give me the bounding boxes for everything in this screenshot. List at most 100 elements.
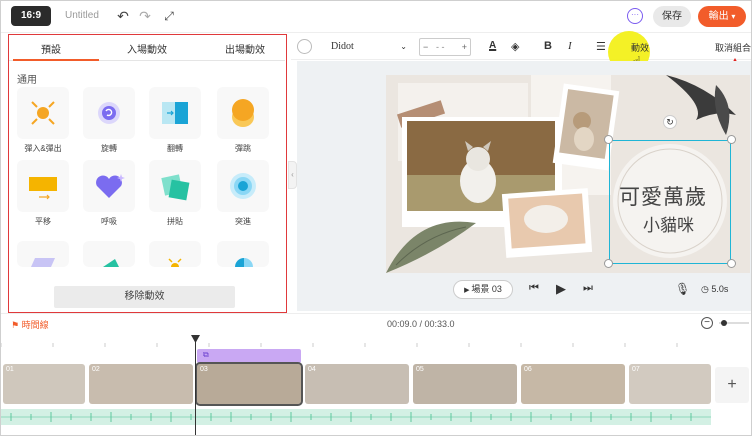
parallelogram-icon — [31, 258, 55, 267]
section-label: 通用 — [17, 75, 37, 86]
bounce-icon — [232, 99, 254, 127]
anim-label-bounce: 彈跳 — [235, 144, 251, 153]
zoom-out-icon[interactable]: − — [701, 317, 713, 329]
fullscreen-icon[interactable]: ⤢ — [161, 8, 177, 24]
scene-number: 03 — [200, 366, 208, 373]
zoom-slider-thumb[interactable] — [721, 320, 727, 326]
resize-handle-bl[interactable] — [604, 259, 613, 268]
chat-icon[interactable]: ··· — [627, 8, 643, 24]
resize-handle-br[interactable] — [727, 259, 736, 268]
overlay-track-clip[interactable]: ⧉ — [197, 349, 301, 363]
previous-scene-icon[interactable]: ⏮ — [529, 282, 539, 295]
microphone-icon[interactable]: 🎙 — [675, 282, 690, 296]
ungroup-button[interactable]: 取消組合 — [715, 41, 751, 54]
rotate-handle-icon[interactable]: ↻ — [663, 115, 677, 129]
font-size-stepper[interactable]: − - - + — [419, 38, 471, 56]
duration-display[interactable]: ◷ 5.0s — [701, 284, 728, 295]
audio-waveform — [1, 412, 711, 422]
scene-thumb-03[interactable]: 03 — [195, 362, 303, 406]
slide-icon — [29, 177, 57, 200]
play-icon[interactable]: ▶ — [556, 281, 566, 297]
scene-selector[interactable]: ▶ 場景 03 — [453, 280, 513, 299]
active-tab-indicator — [13, 59, 99, 61]
tab-entrance[interactable]: 入場動效 — [127, 41, 167, 56]
timeline-time: 00:09.0 / 00:33.0 — [387, 319, 455, 329]
anim-label-breathe: 呼吸 — [101, 217, 117, 226]
chevron-down-icon: ⌄ — [400, 42, 407, 51]
anim-card-row3-4[interactable] — [217, 241, 269, 267]
remove-animation-button[interactable]: 移除動效 — [54, 286, 235, 308]
sparkle-icon — [168, 258, 182, 267]
anim-card-flip[interactable] — [149, 87, 201, 139]
layers-icon: ⧉ — [203, 350, 209, 359]
bold-icon[interactable]: B — [544, 40, 552, 52]
scene-thumb-04[interactable]: 04 — [305, 364, 409, 404]
text-color-icon[interactable]: A — [489, 40, 496, 51]
timeline-label-text: 時間線 — [21, 320, 49, 330]
highlight-fill-icon[interactable]: ◈ — [511, 40, 519, 53]
anim-card-collage[interactable] — [149, 160, 201, 212]
flip-icon — [162, 102, 188, 124]
scene-number: 06 — [524, 366, 532, 373]
audio-track[interactable] — [1, 409, 711, 425]
anim-card-row3-1[interactable] — [17, 241, 69, 267]
scene-label: 場景 03 — [471, 284, 502, 294]
scene-thumb-02[interactable]: 02 — [89, 364, 193, 404]
color-swatch[interactable] — [297, 39, 312, 54]
plus-icon[interactable]: + — [462, 39, 467, 55]
document-title[interactable]: Untitled — [65, 10, 99, 21]
timeline-label[interactable]: ⚑ 時間線 — [11, 318, 49, 331]
italic-icon[interactable]: I — [568, 40, 572, 52]
scene-thumb-06[interactable]: 06 — [521, 364, 625, 404]
anim-card-burst[interactable] — [217, 160, 269, 212]
scene-thumb-07[interactable]: 07 — [629, 364, 711, 404]
undo-icon[interactable]: ↶ — [115, 8, 131, 24]
resize-handle-tl[interactable] — [604, 135, 613, 144]
font-size-value: - - — [436, 42, 445, 52]
scene-strip: 01 02 03 04 05 06 07 — [1, 362, 713, 406]
anim-card-row3-2[interactable] — [83, 241, 135, 267]
anim-label-rotate: 旋轉 — [101, 144, 117, 153]
tab-exit[interactable]: 出場動效 — [225, 41, 265, 56]
anim-card-row3-3[interactable] — [149, 241, 201, 267]
redo-icon[interactable]: ↷ — [137, 8, 153, 24]
text-toolbar: Didot ⌄ − - - + A ◈ B I ☰ — [291, 34, 751, 60]
scene-thumb-01[interactable]: 01 — [3, 364, 85, 404]
minus-icon[interactable]: − — [423, 39, 428, 55]
anim-card-bounce[interactable] — [217, 87, 269, 139]
save-button[interactable]: 保存 — [653, 6, 691, 27]
scene-number: 02 — [92, 366, 100, 373]
collage-icon — [161, 174, 190, 201]
collapse-panel-handle[interactable]: ‹ — [288, 161, 297, 189]
export-label: 輸出 — [708, 11, 729, 22]
anim-card-rotate[interactable] — [83, 87, 135, 139]
animation-panel: 預設 入場動效 出場動效 通用 彈入&彈出 旋轉 翻轉 彈跳 平移 呼吸 拼貼 … — [8, 34, 287, 313]
resize-handle-tr[interactable] — [727, 135, 736, 144]
rotate-icon — [98, 102, 120, 124]
anim-card-pop[interactable] — [17, 87, 69, 139]
export-button[interactable]: 輸出 ▾ — [698, 6, 746, 27]
timeline-header — [1, 313, 751, 333]
anim-card-slide[interactable] — [17, 160, 69, 212]
anim-label-collage: 拼貼 — [167, 217, 183, 226]
next-scene-icon[interactable]: ⏭ — [583, 282, 593, 295]
scene-number: 05 — [416, 366, 424, 373]
anim-card-breathe[interactable] — [83, 160, 135, 212]
playhead[interactable] — [195, 335, 196, 435]
font-select[interactable]: Didot ⌄ — [331, 38, 407, 56]
burst-icon — [230, 173, 256, 199]
anim-label-pop: 彈入&彈出 — [24, 144, 62, 153]
line-spacing-icon[interactable]: ☰ — [596, 40, 606, 53]
add-scene-button[interactable]: + — [715, 367, 749, 403]
editor-window: 16:9 Untitled ↶ ↷ ⤢ ··· 保存 輸出 ▾ 預設 入場動效 … — [0, 0, 752, 436]
anim-label-slide: 平移 — [35, 217, 51, 226]
circle-split-icon — [235, 258, 253, 267]
chevron-down-icon: ▾ — [731, 12, 736, 21]
scene-number: 07 — [632, 366, 640, 373]
scene-thumb-05[interactable]: 05 — [413, 364, 517, 404]
aspect-ratio-button[interactable]: 16:9 — [11, 6, 51, 26]
selection-box[interactable] — [609, 140, 731, 264]
tab-presets[interactable]: 預設 — [41, 41, 61, 56]
heart-icon — [96, 174, 125, 198]
anim-label-flip: 翻轉 — [167, 144, 183, 153]
